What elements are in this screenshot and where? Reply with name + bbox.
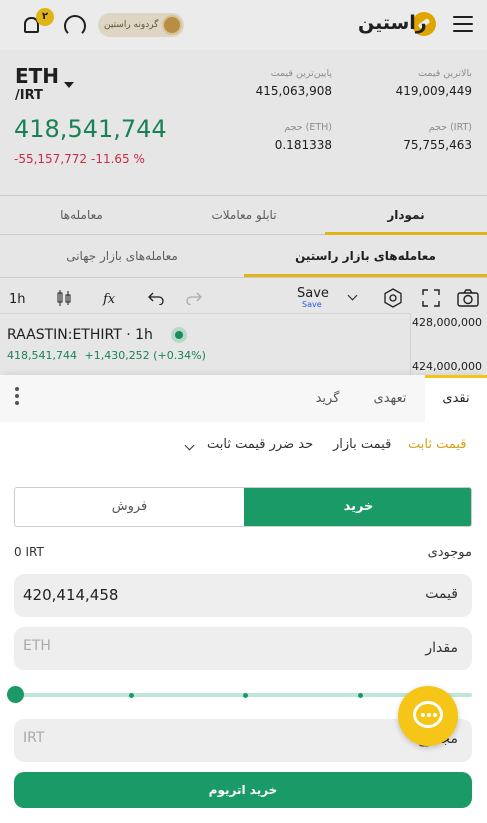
order-type-stop-limit[interactable]: حد ضرر قیمت ثابت (207, 437, 313, 452)
axis-tick-top: 428,000,000 (412, 316, 482, 329)
slider-thumb[interactable] (7, 686, 24, 703)
chart-price: 418,541,744 (7, 349, 77, 362)
chart-change: +1,430,252 (+0.34%) (84, 349, 206, 362)
chat-icon (413, 701, 443, 728)
balance-label: موجودی (427, 545, 472, 560)
gauge-icon[interactable] (64, 15, 86, 37)
amount-input[interactable]: ETH (23, 638, 51, 654)
tab-orderbook[interactable]: تابلو معاملات (163, 196, 325, 235)
change-percent: -11.65 % (91, 152, 145, 166)
low-label: پایین‌ترین قیمت (270, 68, 332, 79)
slider-step-25[interactable] (129, 692, 134, 698)
camera-icon[interactable] (457, 289, 479, 307)
chart-symbol-label: RAASTIN:ETHIRT · 1h (7, 327, 153, 343)
tab-global-market[interactable]: معامله‌های بازار جهانی (0, 236, 244, 277)
high-label: بالاترین قیمت (418, 68, 472, 79)
amount-field[interactable]: ETH مقدار (14, 627, 472, 670)
trade-type-tabs: نقدی تعهدی گرید (0, 375, 487, 422)
wheel-icon (162, 15, 182, 35)
main-tabs: نمودار تابلو معاملات معامله‌ها (0, 195, 487, 235)
undo-icon[interactable] (148, 291, 164, 305)
notification-badge: ۲ (36, 8, 54, 26)
buy-sell-toggle: فروش خرید (14, 487, 472, 527)
tab-trades[interactable]: معامله‌ها (0, 196, 163, 235)
more-options-icon[interactable] (15, 387, 19, 408)
hamburger-menu-icon[interactable] (453, 16, 473, 32)
fullscreen-icon[interactable] (422, 289, 440, 307)
top-bar: راستین گردونه راستین ۲ (0, 0, 487, 50)
vol-eth-label: حجم (ETH) (284, 122, 332, 133)
market-tabs: معامله‌های بازار راستین معامله‌های بازار… (0, 236, 487, 278)
pair-quote: /IRT (15, 88, 43, 103)
lucky-wheel-button[interactable]: گردونه راستین (98, 13, 184, 37)
pair-dropdown-icon[interactable] (64, 82, 74, 88)
market-status-icon (171, 327, 187, 343)
redo-icon[interactable] (186, 291, 202, 305)
order-type-market[interactable]: قیمت بازار (333, 437, 391, 452)
price-input[interactable]: 420,414,458 (23, 586, 118, 604)
indicators-icon[interactable]: fx (103, 292, 115, 307)
trade-sheet: نقدی تعهدی گرید قیمت ثابت قیمت بازار حد … (0, 375, 487, 823)
save-sublabel: Save (302, 300, 322, 309)
price-label: قیمت (425, 586, 458, 602)
tab-margin[interactable]: تعهدی (360, 375, 420, 422)
low-value: 415,063,908 (255, 84, 332, 98)
submit-buy-button[interactable]: خرید اتریوم (14, 772, 472, 808)
high-value: 419,009,449 (395, 84, 472, 98)
slider-step-75[interactable] (358, 692, 363, 698)
balance-value: 0 IRT (14, 545, 44, 559)
pair-base[interactable]: ETH (15, 64, 59, 88)
tab-grid[interactable]: گرید (300, 375, 355, 422)
chart-divider (0, 313, 410, 314)
support-chat-button[interactable] (398, 686, 458, 746)
tab-chart[interactable]: نمودار (325, 196, 487, 235)
candles-icon[interactable] (56, 289, 72, 307)
vol-irt-value: 75,755,463 (403, 138, 472, 152)
total-input[interactable]: IRT (23, 730, 44, 746)
order-type-limit[interactable]: قیمت ثابت (408, 437, 467, 452)
logo-text: راستین (358, 12, 427, 34)
price-axis-divider (410, 313, 411, 375)
tab-raastin-market[interactable]: معامله‌های بازار راستین (244, 236, 487, 277)
settings-icon[interactable] (383, 288, 403, 308)
vol-irt-label: حجم (IRT) (428, 122, 472, 133)
axis-tick-bottom: 424,000,000 (412, 360, 482, 373)
change-absolute: -55,157,772 (14, 152, 88, 166)
chart-price-change: 418,541,744 +1,430,252 (+0.34%) (7, 349, 206, 362)
wheel-label: گردونه راستین (104, 20, 159, 30)
chevron-down-icon[interactable] (184, 440, 195, 451)
vol-eth-value: 0.181338 (274, 138, 332, 152)
buy-button[interactable]: خرید (244, 488, 471, 526)
sell-button[interactable]: فروش (15, 488, 244, 526)
save-button[interactable]: Save (297, 286, 329, 301)
last-price: 418,541,744 (14, 115, 167, 143)
price-field[interactable]: 420,414,458 قیمت (14, 574, 472, 617)
interval-select[interactable]: 1h (9, 292, 26, 307)
amount-label: مقدار (425, 640, 458, 656)
tab-spot[interactable]: نقدی (425, 375, 487, 422)
slider-step-50[interactable] (243, 692, 248, 698)
